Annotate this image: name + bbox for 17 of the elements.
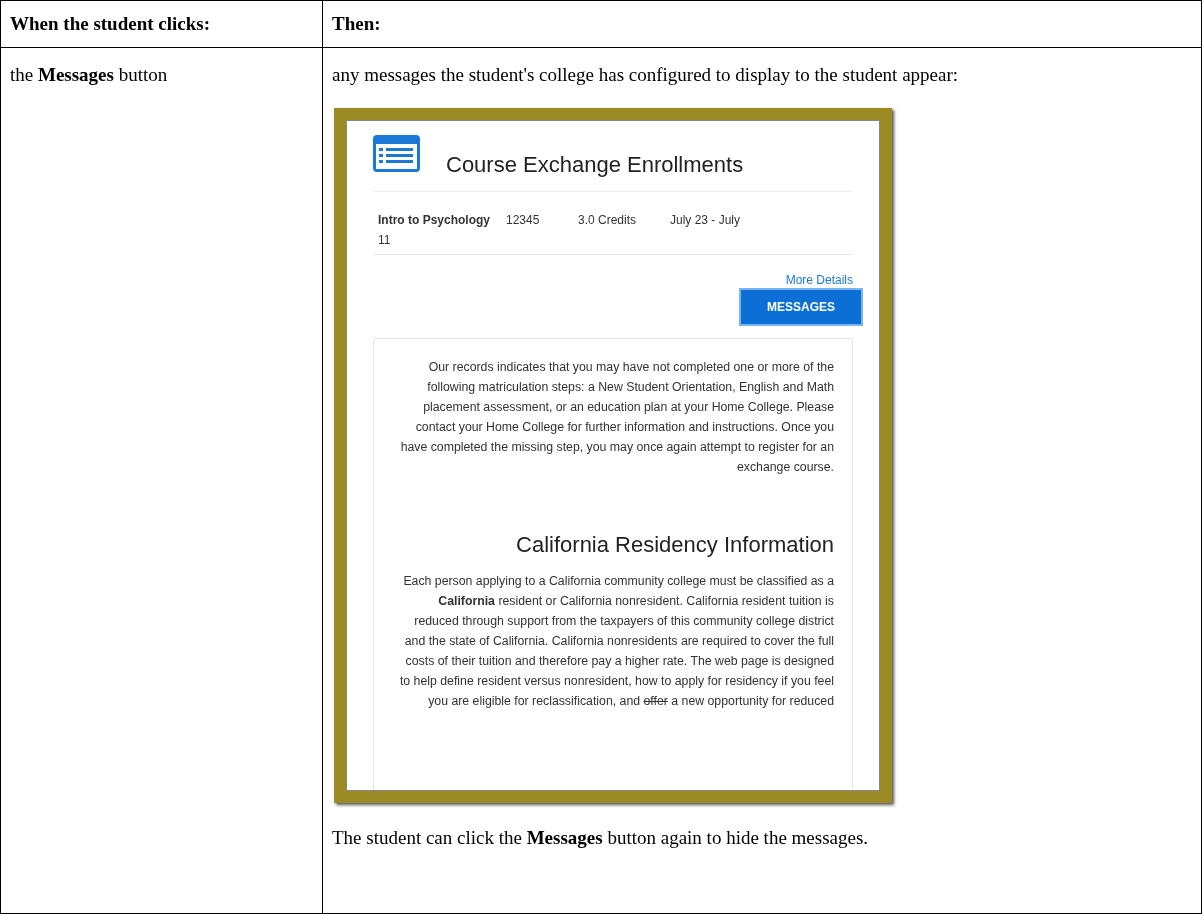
messages-button[interactable]: MESSAGES xyxy=(739,288,863,326)
date-range: July 23 - July xyxy=(670,212,741,229)
description-text: any messages the student's college has configured to display to the student appear: xyxy=(332,63,960,87)
date-range: 11 xyxy=(378,232,392,249)
card-title: Course Exchange Enrollments xyxy=(446,151,744,179)
residency-text: Each person applying to a California community college must be classified as a California resident or California nonresident. California resident tuition is reduced through support from the taxpayers of this community college district and the state of California. California nonresidents are required to cover the full costs of their tuition and therefore pay a higher rate. The web page is designed to help define resident versus nonresident, how to apply for residency if you feel you are eligible for reclassification, and offer a new opportunity for reduced xyxy=(398,573,834,710)
column-header: When the student clicks: xyxy=(10,13,211,34)
list-icon xyxy=(373,135,420,172)
credits-text: 3.0 Credits xyxy=(578,212,638,229)
course-number: 12345 xyxy=(506,212,541,229)
description-text: The student can click the Messages button again to hide the messages. xyxy=(332,826,870,850)
column-header: Then: xyxy=(332,13,381,34)
course-name: Intro to Psychology xyxy=(378,212,491,229)
table-cell: the Messages button xyxy=(10,64,168,85)
section-heading: California Residency Information xyxy=(515,531,834,559)
message-text: Our records indicates that you may have not completed one or more of the following matriculation steps: a New Student Orientation, English and Math placement assessment, or an education plan at your Home College. Please contact your Home College for further information and instructions. Once you have completed the missing step, you may once again attempt to register for an exchange course. xyxy=(399,359,834,476)
more-details-link[interactable]: More Details xyxy=(785,273,853,287)
